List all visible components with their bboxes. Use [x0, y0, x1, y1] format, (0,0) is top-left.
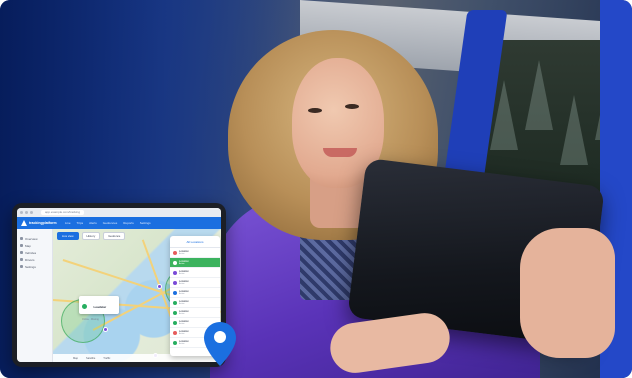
- list-header[interactable]: All Locations: [170, 238, 220, 248]
- nav-item-live[interactable]: Live: [65, 221, 71, 225]
- app-logo[interactable]: trackingplatform: [21, 220, 59, 226]
- app-sidebar: Overview Map Vehicles Drivers Settings: [17, 229, 53, 362]
- list-item[interactable]: Location Active: [170, 278, 220, 288]
- popup-title: Loadstar: [93, 304, 107, 309]
- list-item-meta: Active: [179, 323, 185, 325]
- location-status-icon: [173, 250, 177, 255]
- map-toolbar: Live view History Geofence: [57, 232, 126, 240]
- location-status-icon: [173, 270, 177, 275]
- list-item-meta: Active: [179, 253, 185, 255]
- vehicle-marker[interactable]: [157, 284, 162, 289]
- list-item-meta: Active: [179, 333, 185, 335]
- list-item[interactable]: Location Active: [170, 268, 220, 278]
- location-status-icon: [173, 340, 177, 345]
- list-item-meta: Active: [179, 273, 185, 275]
- map-btn-live[interactable]: Live view: [57, 232, 79, 240]
- nav-item-alerts[interactable]: Alerts: [89, 221, 97, 225]
- map-btn-geofence[interactable]: Geofence: [103, 232, 126, 240]
- nav-item-settings[interactable]: Settings: [140, 221, 151, 225]
- map-layer-map[interactable]: Map: [73, 357, 78, 360]
- vehicle-marker[interactable]: [103, 327, 108, 332]
- browser-bar: app.example.com/tracking: [17, 208, 221, 217]
- sidebar-item-settings[interactable]: Settings: [17, 263, 52, 270]
- sidebar-item-drivers[interactable]: Drivers: [17, 256, 52, 263]
- location-status-icon: [173, 280, 177, 285]
- app-header: trackingplatform Live Trips Alerts Geofe…: [17, 217, 221, 229]
- sidebar-item-map[interactable]: Map: [17, 242, 52, 249]
- nav-item-geofences[interactable]: Geofences: [103, 221, 118, 225]
- list-item-meta: Active: [179, 313, 185, 315]
- list-item[interactable]: Location Active: [170, 288, 220, 298]
- list-item-meta: Active: [179, 303, 185, 305]
- list-item[interactable]: Location Active: [170, 298, 220, 308]
- location-status-icon: [173, 320, 177, 325]
- list-item-meta: Active: [179, 293, 185, 295]
- popup-subtitle: Online · Moving: [82, 318, 99, 321]
- location-status-icon: [173, 310, 177, 315]
- location-status-icon: [173, 260, 177, 265]
- location-status-icon: [173, 330, 177, 335]
- map-layer-traffic[interactable]: Traffic: [103, 357, 110, 360]
- nav-item-reports[interactable]: Reports: [123, 221, 134, 225]
- status-dot: [82, 304, 87, 310]
- map-btn-history[interactable]: History: [81, 232, 101, 240]
- map-layer-satellite[interactable]: Satellite: [86, 357, 95, 360]
- location-status-icon: [173, 290, 177, 295]
- list-item-meta: Active: [179, 343, 185, 345]
- logo-icon: [21, 220, 27, 226]
- driver-hand-right: [520, 228, 615, 358]
- list-item[interactable]: Location Active: [170, 258, 220, 268]
- location-status-icon: [173, 300, 177, 305]
- sidebar-item-vehicles[interactable]: Vehicles: [17, 249, 52, 256]
- location-pin-icon: [204, 322, 236, 366]
- list-item-meta: Active: [179, 283, 185, 285]
- nav-item-trips[interactable]: Trips: [77, 221, 84, 225]
- list-item[interactable]: Location Active: [170, 308, 220, 318]
- list-item[interactable]: Location Active: [170, 248, 220, 258]
- vehicle-popup[interactable]: Loadstar Online · Moving: [79, 296, 119, 321]
- sidebar-item-overview[interactable]: Overview: [17, 235, 52, 242]
- browser-url[interactable]: app.example.com/tracking: [41, 210, 85, 215]
- list-item-meta: Active: [179, 263, 185, 265]
- driver-smile: [323, 148, 357, 157]
